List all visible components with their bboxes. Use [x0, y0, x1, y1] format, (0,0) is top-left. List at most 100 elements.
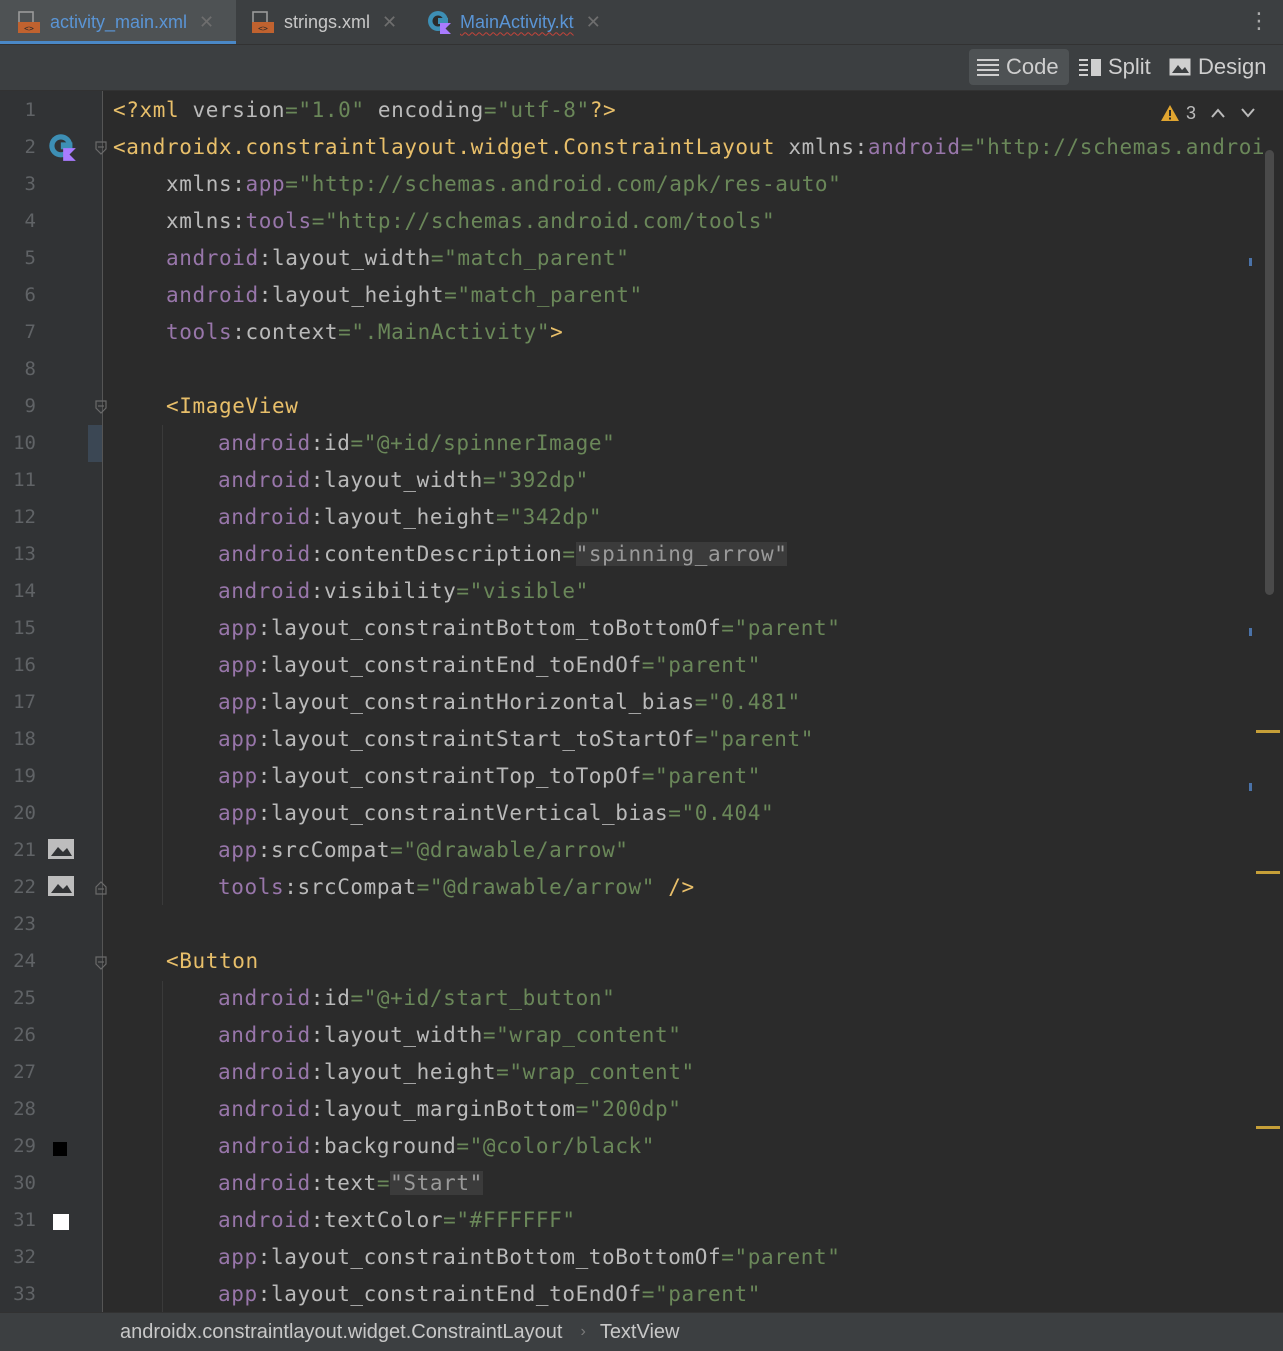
- line-number[interactable]: 22: [0, 869, 36, 906]
- code-mode-label: Code: [1006, 54, 1059, 79]
- line-number[interactable]: 8: [0, 351, 36, 388]
- more-options-icon[interactable]: ⋮: [1245, 8, 1273, 36]
- line-number[interactable]: 17: [0, 684, 36, 721]
- split-view-icon: [1079, 59, 1101, 76]
- design-mode-label: Design: [1198, 54, 1267, 79]
- line-number[interactable]: 5: [0, 240, 36, 277]
- code-line-24: <Button: [166, 949, 259, 973]
- line-number[interactable]: 27: [0, 1054, 36, 1091]
- kotlin-class-icon[interactable]: [47, 132, 77, 162]
- breadcrumb-item-textview[interactable]: TextView: [600, 1321, 680, 1344]
- code-line-27: android:layout_height="wrap_content": [218, 1060, 695, 1084]
- line-number[interactable]: 10: [0, 425, 36, 462]
- image-icon: [1169, 58, 1191, 76]
- line-number[interactable]: 3: [0, 166, 36, 203]
- svg-text:<>: <>: [258, 24, 268, 33]
- close-icon[interactable]: ✕: [382, 12, 397, 33]
- code-line-21: app:srcCompat="@drawable/arrow": [218, 838, 629, 862]
- tab-label: activity_main.xml: [50, 11, 188, 32]
- xml-file-icon: <>: [252, 11, 274, 33]
- inspection-widget[interactable]: 3: [1160, 98, 1256, 128]
- code-line-1: <?xml version="1.0" encoding="utf-8"?>: [113, 98, 617, 122]
- tab-strings-xml[interactable]: <> strings.xml ✕: [236, 0, 412, 44]
- line-number[interactable]: 16: [0, 647, 36, 684]
- line-number[interactable]: 9: [0, 388, 36, 425]
- line-number[interactable]: 19: [0, 758, 36, 795]
- line-number[interactable]: 20: [0, 795, 36, 832]
- line-number-gutter: 1 2 3 4 5 6 7 8 9 10 11 12 13 14 15 16 17 18 19 20 21 22 23 24 2…: [0, 91, 102, 1312]
- code-lines-icon: [977, 59, 999, 76]
- warning-marker[interactable]: [1256, 871, 1280, 874]
- tab-activity-main-xml[interactable]: <> activity_main.xml ✕: [0, 0, 236, 44]
- line-number[interactable]: 4: [0, 203, 36, 240]
- tab-mainactivity-kt[interactable]: MainActivity.kt ✕: [412, 0, 622, 44]
- code-line-26: android:layout_width="wrap_content": [218, 1023, 682, 1047]
- change-marker[interactable]: [1249, 628, 1252, 636]
- code-line-25: android:id="@+id/start_button": [218, 986, 616, 1010]
- color-swatch-black[interactable]: [53, 1142, 67, 1156]
- line-number[interactable]: 25: [0, 980, 36, 1017]
- code-line-33: app:layout_constraintEnd_toEndOf="parent…: [218, 1282, 761, 1306]
- code-line-13: android:contentDescription="spinning_arr…: [218, 542, 788, 566]
- line-number[interactable]: 28: [0, 1091, 36, 1128]
- code-line-2: <androidx.constraintlayout.widget.Constr…: [113, 135, 1263, 159]
- kotlin-class-icon: [428, 11, 451, 34]
- code-line-12: android:layout_height="342dp": [218, 505, 603, 529]
- view-mode-bar: Code Split Design: [0, 45, 1283, 91]
- code-line-9: <ImageView: [166, 394, 299, 418]
- editor-tab-bar: <> activity_main.xml ✕ <> strings.xml ✕ …: [0, 0, 1283, 45]
- tab-label: MainActivity.kt: [460, 11, 574, 32]
- line-number[interactable]: 18: [0, 721, 36, 758]
- indent-guide: [162, 425, 163, 905]
- change-marker[interactable]: [1249, 783, 1252, 791]
- previous-highlight-icon[interactable]: [1210, 103, 1226, 124]
- split-mode-label: Split: [1108, 54, 1151, 79]
- code-line-11: android:layout_width="392dp": [218, 468, 589, 492]
- line-number[interactable]: 31: [0, 1202, 36, 1239]
- line-number[interactable]: 23: [0, 906, 36, 943]
- code-line-20: app:layout_constraintVertical_bias="0.40…: [218, 801, 775, 825]
- code-line-16: app:layout_constraintEnd_toEndOf="parent…: [218, 653, 761, 677]
- line-number[interactable]: 12: [0, 499, 36, 536]
- line-number[interactable]: 33: [0, 1276, 36, 1313]
- code-line-14: android:visibility="visible": [218, 579, 589, 603]
- line-number[interactable]: 1: [0, 92, 36, 129]
- image-preview-icon[interactable]: [47, 838, 75, 860]
- line-number[interactable]: 32: [0, 1239, 36, 1276]
- color-swatch-white[interactable]: [53, 1214, 69, 1230]
- line-number[interactable]: 29: [0, 1128, 36, 1165]
- line-number[interactable]: 26: [0, 1017, 36, 1054]
- code-line-10: android:id="@+id/spinnerImage": [218, 431, 616, 455]
- line-number[interactable]: 11: [0, 462, 36, 499]
- warning-marker[interactable]: [1256, 730, 1280, 733]
- line-number[interactable]: 21: [0, 832, 36, 869]
- close-icon[interactable]: ✕: [199, 12, 214, 33]
- line-number[interactable]: 14: [0, 573, 36, 610]
- image-preview-icon[interactable]: [47, 875, 75, 897]
- code-line-18: app:layout_constraintStart_toStartOf="pa…: [218, 727, 814, 751]
- code-mode-button[interactable]: Code: [969, 49, 1069, 85]
- change-marker[interactable]: [1249, 258, 1252, 266]
- svg-text:<>: <>: [24, 24, 34, 33]
- line-number[interactable]: 6: [0, 277, 36, 314]
- code-line-28: android:layout_marginBottom="200dp": [218, 1097, 682, 1121]
- indent-guide: [162, 981, 163, 1312]
- close-icon[interactable]: ✕: [586, 12, 601, 33]
- warning-marker[interactable]: [1256, 1126, 1280, 1129]
- next-highlight-icon[interactable]: [1240, 103, 1256, 124]
- code-editor[interactable]: <?xml version="1.0" encoding="utf-8"?> <…: [103, 91, 1263, 1312]
- scrollbar-thumb[interactable]: [1265, 150, 1274, 595]
- line-number[interactable]: 24: [0, 943, 36, 980]
- breadcrumb-item-constraintlayout[interactable]: androidx.constraintlayout.widget.Constra…: [120, 1321, 562, 1344]
- code-line-22: tools:srcCompat="@drawable/arrow" />: [218, 875, 695, 899]
- code-line-17: app:layout_constraintHorizontal_bias="0.…: [218, 690, 801, 714]
- line-number[interactable]: 7: [0, 314, 36, 351]
- line-number[interactable]: 30: [0, 1165, 36, 1202]
- line-number[interactable]: 2: [0, 129, 36, 166]
- code-line-31: android:textColor="#FFFFFF": [218, 1208, 576, 1232]
- line-number[interactable]: 13: [0, 536, 36, 573]
- design-mode-button[interactable]: Design: [1161, 49, 1277, 85]
- breadcrumb: androidx.constraintlayout.widget.Constra…: [0, 1312, 1283, 1351]
- line-number[interactable]: 15: [0, 610, 36, 647]
- split-mode-button[interactable]: Split: [1071, 49, 1161, 85]
